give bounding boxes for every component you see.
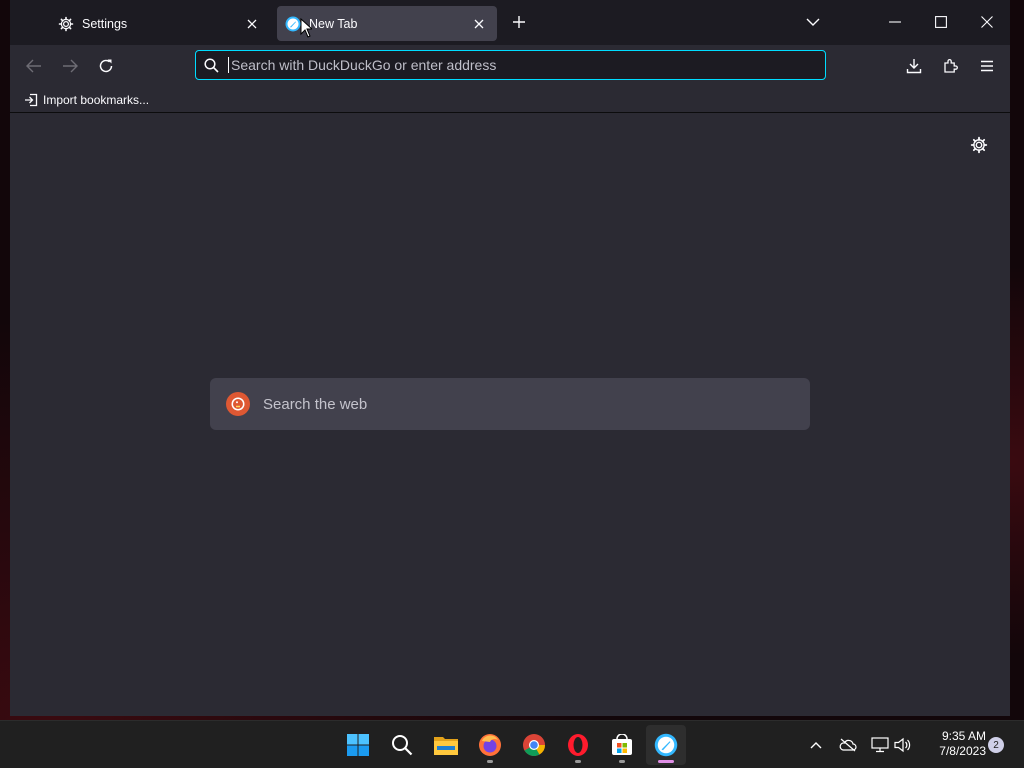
download-icon <box>906 59 922 74</box>
back-button[interactable] <box>22 54 46 78</box>
browser-logo-icon <box>285 16 301 32</box>
running-indicator <box>487 760 493 763</box>
tab-title: Settings <box>82 16 128 31</box>
network-tray-button[interactable] <box>870 735 890 755</box>
close-tab-icon[interactable] <box>242 14 262 34</box>
address-bar[interactable] <box>195 50 826 80</box>
taskbar-search-button[interactable] <box>382 725 422 765</box>
import-bookmarks-label: Import bookmarks... <box>43 93 150 107</box>
extensions-button[interactable] <box>939 54 963 78</box>
file-explorer-icon <box>434 737 458 755</box>
downloads-button[interactable] <box>902 54 926 78</box>
reload-button[interactable] <box>94 54 118 78</box>
browser-logo-icon <box>654 733 678 757</box>
tab-strip: Settings New Tab <box>10 0 1010 45</box>
tab-title: New Tab <box>309 16 358 31</box>
new-tab-page: Search the web <box>10 114 1010 716</box>
mouse-cursor-icon <box>300 18 312 38</box>
reload-icon <box>99 59 113 73</box>
system-clock[interactable]: 9:35 AM 7/8/2023 <box>918 729 986 759</box>
chrome-button[interactable] <box>514 725 554 765</box>
search-icon <box>196 57 226 73</box>
clock-date: 7/8/2023 <box>939 744 986 758</box>
cloud-off-icon <box>839 738 857 752</box>
file-explorer-button[interactable] <box>426 725 466 765</box>
clock-time: 9:35 AM <box>941 729 986 743</box>
opera-icon <box>568 734 588 756</box>
microsoft-store-icon <box>612 734 632 755</box>
chevron-up-icon <box>810 742 822 749</box>
microsoft-store-button[interactable] <box>602 725 642 765</box>
firefox-icon <box>479 734 501 756</box>
taskbar: 9:35 AM 7/8/2023 2 <box>0 720 1024 768</box>
app-menu-button[interactable] <box>975 54 999 78</box>
volume-tray-button[interactable] <box>893 735 913 755</box>
notification-badge[interactable]: 2 <box>988 737 1004 753</box>
show-hidden-icons-button[interactable] <box>806 735 826 755</box>
speaker-icon <box>894 737 911 753</box>
running-indicator <box>575 760 581 763</box>
chrome-icon <box>523 734 545 756</box>
customize-new-tab-button[interactable] <box>968 134 990 156</box>
hamburger-menu-icon <box>981 60 993 72</box>
search-icon <box>392 735 413 756</box>
web-search-box[interactable]: Search the web <box>210 378 810 430</box>
minimize-button[interactable] <box>876 8 914 36</box>
running-indicator <box>658 760 674 763</box>
puzzle-icon <box>944 59 958 73</box>
browser-window: Settings New Tab Search with DuckDuckGo … <box>10 0 1010 716</box>
close-window-button[interactable] <box>968 8 1006 36</box>
network-icon <box>871 737 889 753</box>
forward-button[interactable] <box>58 54 82 78</box>
chevron-down-icon <box>806 18 820 26</box>
list-all-tabs-button[interactable] <box>802 11 824 33</box>
running-indicator <box>619 760 625 763</box>
address-input[interactable] <box>229 57 825 73</box>
arrow-right-icon <box>63 59 78 73</box>
minimize-icon <box>889 21 901 23</box>
web-search-placeholder: Search the web <box>263 395 368 413</box>
bookmarks-toolbar: Import bookmarks... <box>10 86 1010 113</box>
arrow-left-icon <box>26 59 41 73</box>
gear-icon <box>58 16 74 32</box>
import-bookmarks-button[interactable]: Import bookmarks... <box>20 89 153 111</box>
gear-icon <box>970 136 988 154</box>
start-button[interactable] <box>338 725 378 765</box>
maximize-button[interactable] <box>922 8 960 36</box>
browser-taskbar-button[interactable] <box>646 725 686 765</box>
tab-settings[interactable]: Settings <box>50 6 270 41</box>
maximize-icon <box>935 16 947 28</box>
navigation-toolbar <box>10 45 1010 86</box>
import-icon <box>25 93 38 107</box>
firefox-button[interactable] <box>470 725 510 765</box>
new-tab-button[interactable] <box>508 11 530 33</box>
plus-icon <box>513 16 525 28</box>
windows-start-icon <box>347 734 369 756</box>
opera-button[interactable] <box>558 725 598 765</box>
duckduckgo-icon <box>226 392 250 416</box>
close-icon <box>981 16 993 28</box>
onedrive-tray-button[interactable] <box>838 735 858 755</box>
close-tab-icon[interactable] <box>469 14 489 34</box>
